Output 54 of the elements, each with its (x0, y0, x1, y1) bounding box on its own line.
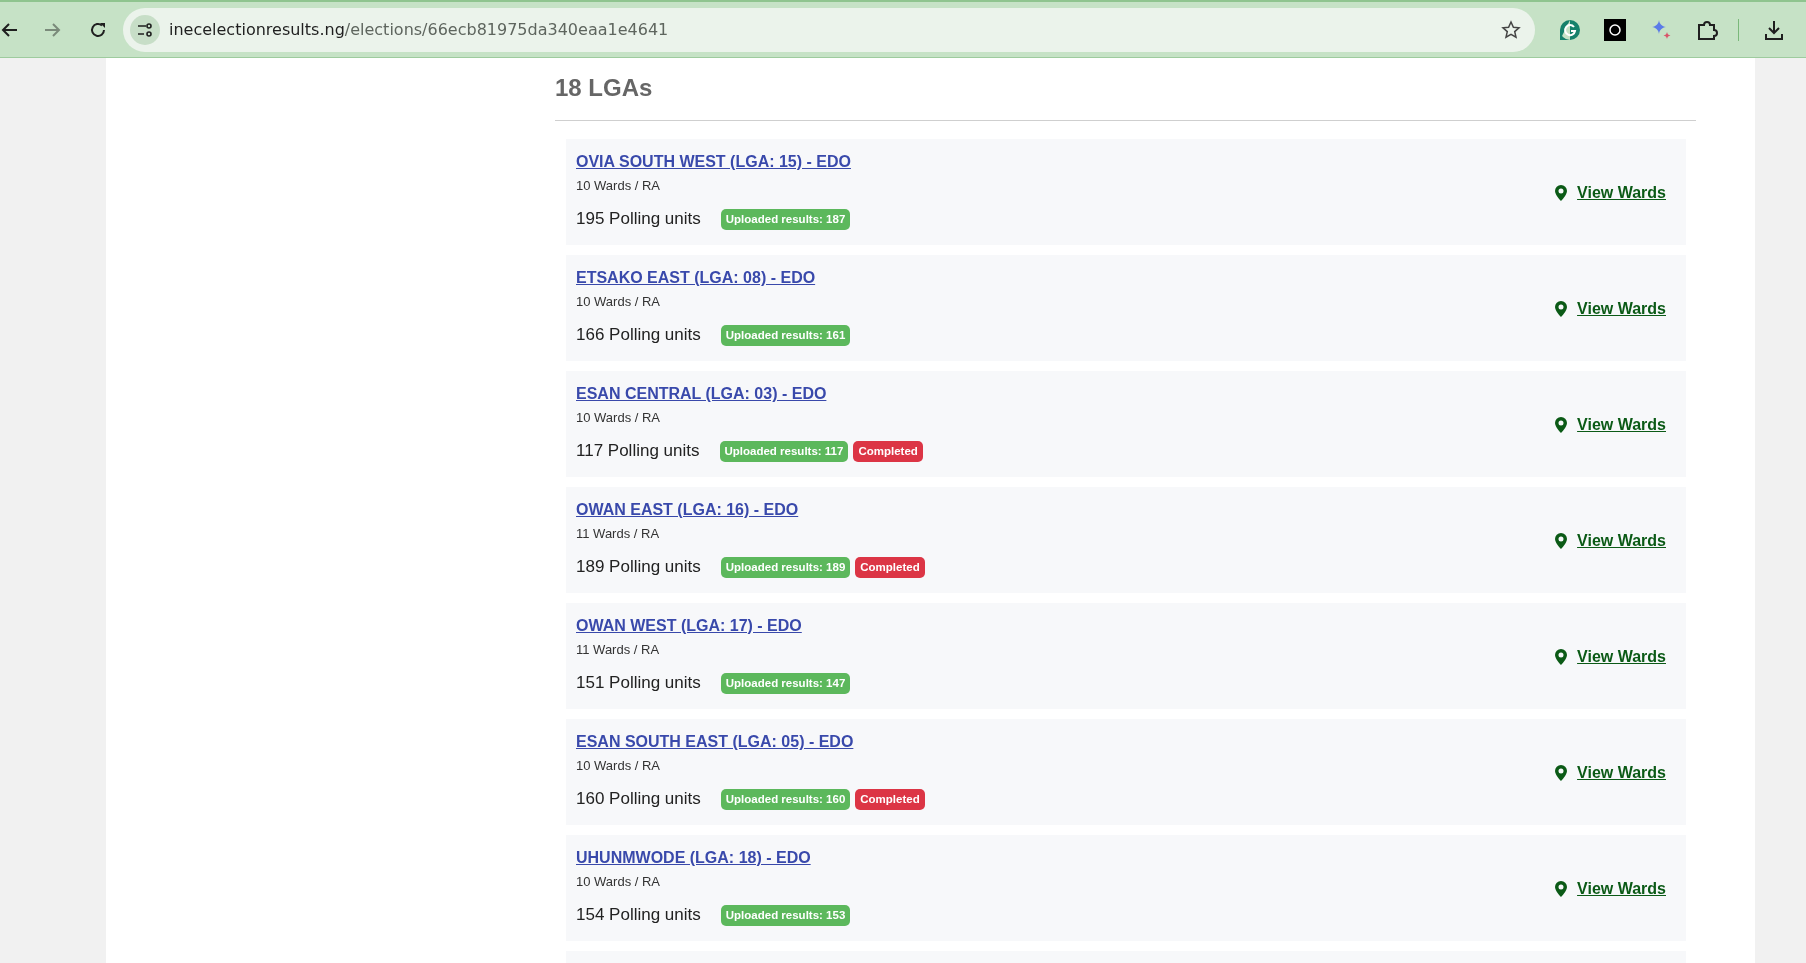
lga-title-link[interactable]: OWAN WEST (LGA: 17) - EDO (576, 615, 802, 637)
lga-title-link[interactable]: ESAN CENTRAL (LGA: 03) - EDO (576, 383, 827, 405)
view-wards-link[interactable]: View Wards (1577, 763, 1666, 782)
completed-badge: Completed (855, 788, 925, 810)
bookmark-star-icon[interactable] (1501, 19, 1521, 40)
lga-title-link[interactable]: OWAN EAST (LGA: 16) - EDO (576, 499, 799, 521)
polling-units-text: 195 Polling units (576, 209, 701, 229)
view-wards-link[interactable]: View Wards (1577, 879, 1666, 898)
map-pin-icon (1555, 300, 1568, 317)
uploaded-results-badge: Uploaded results: 153 (720, 904, 851, 926)
map-pin-icon (1555, 764, 1568, 781)
square-extension-icon[interactable] (1604, 18, 1626, 41)
view-wards-link[interactable]: View Wards (1577, 415, 1666, 434)
view-wards-link[interactable]: View Wards (1577, 299, 1666, 318)
polling-units-text: 154 Polling units (576, 905, 701, 925)
uploaded-results-badge: Uploaded results: 189 (720, 556, 851, 578)
wards-text: 10 Wards / RA (576, 177, 662, 195)
puzzle-icon[interactable] (1696, 18, 1718, 41)
polling-units-text: 166 Polling units (576, 325, 701, 345)
view-wards-link[interactable]: View Wards (1577, 183, 1666, 202)
lga-title-link[interactable]: ETSAKO EAST (LGA: 08) - EDO (576, 267, 816, 289)
lga-title-link[interactable]: ESAN SOUTH EAST (LGA: 05) - EDO (576, 731, 854, 753)
wards-text: 11 Wards / RA (576, 641, 661, 659)
site-settings-icon[interactable] (130, 14, 160, 45)
wards-text: 10 Wards / RA (576, 409, 662, 427)
polling-units-text: 160 Polling units (576, 789, 701, 809)
wards-text: 10 Wards / RA (576, 293, 662, 311)
map-pin-icon (1555, 880, 1568, 897)
uploaded-results-badge: Uploaded results: 187 (720, 208, 851, 230)
wards-text: 10 Wards / RA (576, 873, 662, 891)
completed-badge: Completed (853, 440, 923, 462)
lga-title-link[interactable]: OVIA SOUTH WEST (LGA: 15) - EDO (576, 151, 851, 173)
completed-badge: Completed (855, 556, 925, 578)
wards-text: 10 Wards / RA (576, 757, 662, 775)
uploaded-results-badge: Uploaded results: 161 (720, 324, 851, 346)
map-pin-icon (1555, 532, 1568, 549)
lga-title-link[interactable]: UHUNMWODE (LGA: 18) - EDO (576, 847, 811, 869)
g-extension-icon[interactable] (1559, 18, 1581, 41)
uploaded-results-badge: Uploaded results: 147 (720, 672, 851, 694)
view-wards-link[interactable]: View Wards (1577, 531, 1666, 550)
polling-units-text: 117 Polling units (576, 441, 700, 461)
polling-units-text: 151 Polling units (576, 673, 701, 693)
view-wards-link[interactable]: View Wards (1577, 647, 1666, 666)
address-bar[interactable]: inecelectionresults.ng/elections/66ecb81975da340eaa1e4641 (123, 7, 1535, 52)
wards-text: 11 Wards / RA (576, 525, 661, 543)
lga-count-heading: 18 LGAs (555, 73, 654, 103)
map-pin-icon (1555, 416, 1568, 433)
uploaded-results-badge: Uploaded results: 160 (720, 788, 851, 810)
url-text[interactable]: inecelectionresults.ng/elections/66ecb81975da340eaa1e4641 (169, 20, 1501, 39)
uploaded-results-badge: Uploaded results: 117 (719, 440, 849, 462)
map-pin-icon (1555, 648, 1568, 665)
download-icon[interactable] (1763, 18, 1785, 41)
polling-units-text: 189 Polling units (576, 557, 701, 577)
map-pin-icon (1555, 184, 1568, 201)
